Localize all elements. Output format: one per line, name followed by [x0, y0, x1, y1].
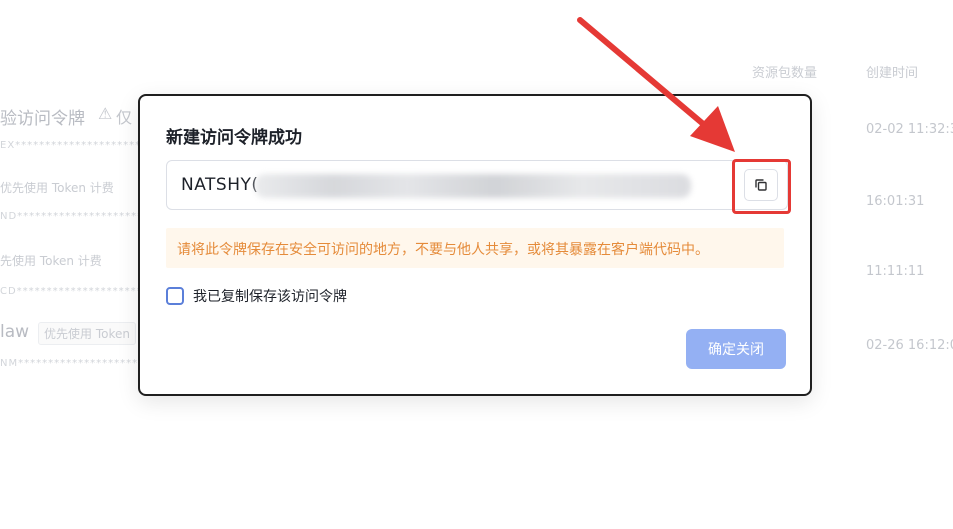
warning-icon: ⚠: [98, 104, 113, 123]
dialog-title: 新建访问令牌成功: [166, 128, 302, 148]
row-4-time: 02-26 16:12:0: [866, 338, 953, 353]
column-header-created-time: 创建时间: [866, 66, 919, 81]
row-1-warn-text: 仅: [116, 108, 133, 127]
security-warning: 请将此令牌保存在安全可访问的地方，不要与他人共享，或将其暴露在客户端代码中。: [166, 228, 784, 268]
row-3-time: 11:11:11: [866, 264, 925, 279]
row-2-note: 优先使用 Token 计费: [0, 181, 114, 195]
token-field[interactable]: NATSHY(: [166, 160, 788, 210]
row-3-masked-key: CD************************: [0, 286, 161, 297]
confirm-saved-label[interactable]: 我已复制保存该访问令牌: [193, 286, 347, 306]
token-value: NATSHY(: [181, 175, 259, 195]
row-1-name: 验访问令牌: [0, 109, 85, 129]
screen: 资源包数量 创建时间 验访问令牌 ⚠ 仅 EX*****************…: [0, 0, 953, 529]
row-3-note: 先使用 Token 计费: [0, 254, 102, 268]
copy-token-button[interactable]: [744, 169, 778, 201]
token-blurred-section: [255, 174, 691, 198]
confirm-saved-row[interactable]: 我已复制保存该访问令牌: [166, 286, 347, 306]
column-header-resource-count: 资源包数量: [752, 66, 818, 81]
copy-icon: [755, 179, 767, 191]
row-2-time: 16:01:31: [866, 194, 925, 209]
row-1-masked-key: EX************************: [0, 140, 160, 151]
confirm-saved-checkbox[interactable]: [166, 287, 184, 305]
row-2-masked-key: ND************************: [0, 211, 162, 222]
confirm-close-button[interactable]: 确定关闭: [686, 329, 786, 369]
row-4-tag: 优先使用 Token: [38, 322, 136, 345]
row-4-name: law: [0, 322, 30, 342]
row-1-time: 02-02 11:32:3: [866, 122, 953, 137]
token-created-dialog: 新建访问令牌成功 NATSHY( 请将此令牌保存在安全可访问的地方，不要与他人共…: [138, 94, 812, 396]
